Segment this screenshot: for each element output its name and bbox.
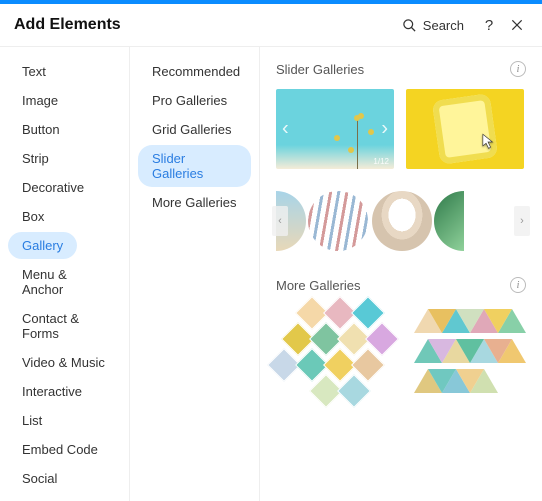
sub-item-pro-galleries[interactable]: Pro Galleries <box>138 87 241 114</box>
sub-item-slider-galleries[interactable]: Slider Galleries <box>138 145 251 187</box>
chevron-left-icon: ‹ <box>272 206 288 236</box>
thumb-decor <box>428 369 456 393</box>
chevron-right-icon: › <box>514 206 530 236</box>
help-icon: ? <box>485 17 493 34</box>
panel-title: Add Elements <box>14 16 402 34</box>
thumb-decor <box>434 191 464 251</box>
thumb-decor <box>484 339 512 363</box>
thumb-decor <box>372 191 432 251</box>
preview-pane: Slider Galleries i ‹ › 1/12 ‹ <box>260 47 542 501</box>
slider-thumbs-row: ‹ › 1/12 <box>276 89 526 169</box>
info-icon[interactable]: i <box>510 61 526 77</box>
slide-counter: 1/12 <box>373 157 389 166</box>
more-thumbs-row <box>276 305 526 401</box>
panel-body: Text Image Button Strip Decorative Box G… <box>0 47 542 501</box>
nav-item-contact-forms[interactable]: Contact & Forms <box>8 305 121 347</box>
search-icon <box>402 18 417 33</box>
nav-item-video-music[interactable]: Video & Music <box>8 349 119 376</box>
thumb-decor <box>484 309 512 333</box>
sub-item-recommended[interactable]: Recommended <box>138 58 254 85</box>
help-button[interactable]: ? <box>478 14 500 36</box>
cursor-icon <box>480 133 496 155</box>
chevron-left-icon: ‹ <box>282 118 289 141</box>
nav-item-box[interactable]: Box <box>8 203 58 230</box>
slider-gallery-thumb-3[interactable]: ‹ › <box>276 191 526 251</box>
nav-item-list[interactable]: List <box>8 407 56 434</box>
nav-item-decorative[interactable]: Decorative <box>8 174 98 201</box>
thumb-decor <box>456 309 484 333</box>
category-list: Text Image Button Strip Decorative Box G… <box>0 47 130 501</box>
slider-gallery-thumb-2[interactable] <box>406 89 524 169</box>
more-section-title: More Galleries <box>276 278 510 293</box>
thumb-decor <box>456 369 484 393</box>
info-icon[interactable]: i <box>510 277 526 293</box>
slider-gallery-thumb-1[interactable]: ‹ › 1/12 <box>276 89 394 169</box>
thumb-decor <box>428 339 456 363</box>
slider-section-title: Slider Galleries <box>276 62 510 77</box>
panel-header: Add Elements Search ? <box>0 4 542 47</box>
more-section-head: More Galleries i <box>276 277 526 293</box>
nav-item-menu-anchor[interactable]: Menu & Anchor <box>8 261 121 303</box>
close-button[interactable] <box>506 14 528 36</box>
nav-item-social[interactable]: Social <box>8 465 71 492</box>
nav-item-gallery[interactable]: Gallery <box>8 232 77 259</box>
more-gallery-thumb-1[interactable] <box>276 305 394 401</box>
sub-item-more-galleries[interactable]: More Galleries <box>138 189 251 216</box>
nav-item-image[interactable]: Image <box>8 87 72 114</box>
nav-item-interactive[interactable]: Interactive <box>8 378 96 405</box>
close-icon <box>510 18 524 32</box>
nav-item-strip[interactable]: Strip <box>8 145 63 172</box>
sub-item-grid-galleries[interactable]: Grid Galleries <box>138 116 245 143</box>
nav-item-embed-code[interactable]: Embed Code <box>8 436 112 463</box>
chevron-right-icon: › <box>381 118 388 141</box>
nav-item-text[interactable]: Text <box>8 58 60 85</box>
thumb-decor <box>308 191 368 251</box>
search-button[interactable]: Search <box>402 18 464 33</box>
thumb-decor <box>428 309 456 333</box>
subcategory-list: Recommended Pro Galleries Grid Galleries… <box>130 47 260 501</box>
more-gallery-thumb-2[interactable] <box>408 305 526 401</box>
thumb-decor <box>456 339 484 363</box>
search-label: Search <box>423 18 464 33</box>
nav-item-button[interactable]: Button <box>8 116 74 143</box>
slider-section-head: Slider Galleries i <box>276 61 526 77</box>
